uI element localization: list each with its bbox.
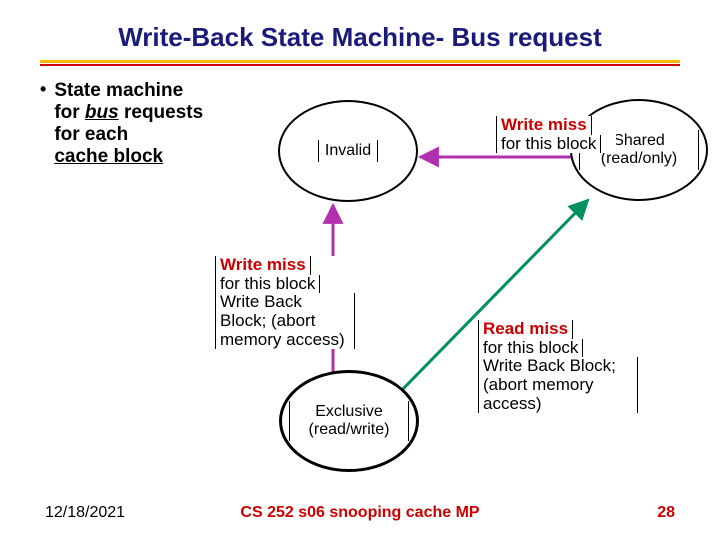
bullet-line1: State machine [54,80,183,101]
label-top-sub: for this block [496,135,601,154]
bullet-description: • State machine for bus requests for eac… [40,80,240,167]
bullet-dot-icon: • [40,80,46,167]
footer-course: CS 252 s06 snooping cache MP [0,504,720,522]
label-right-action: Write Back Block; (abort memory access) [478,357,638,413]
bullet-cache-block: cache block [54,146,163,167]
bullet-line2c: requests [119,102,203,123]
label-right-sub: for this block [478,339,583,358]
label-left-action: Write Back Block; (abort memory access) [215,293,355,349]
transition-label-shared-to-invalid: Write miss for this block [496,116,616,153]
title-underline [40,60,680,66]
bullet-line2a: for [54,102,85,123]
label-left-sub: for this block [215,275,320,294]
label-left-event: Write miss [215,256,311,275]
transition-label-exclusive-to-invalid: Write miss for this block Write Back Blo… [215,256,360,349]
footer-page-number: 28 [657,504,675,522]
label-right-event: Read miss [478,320,573,339]
bullet-line3: for each [54,124,128,145]
state-exclusive: Exclusive (read/write) [279,370,419,472]
state-invalid: Invalid [278,100,418,202]
bullet-bus: bus [85,102,119,123]
state-invalid-label: Invalid [318,140,378,162]
label-top-event: Write miss [496,116,592,135]
slide-title: Write-Back State Machine- Bus request [0,22,720,53]
state-exclusive-label: Exclusive (read/write) [289,401,410,440]
transition-label-exclusive-to-shared: Read miss for this block Write Back Bloc… [478,320,648,413]
